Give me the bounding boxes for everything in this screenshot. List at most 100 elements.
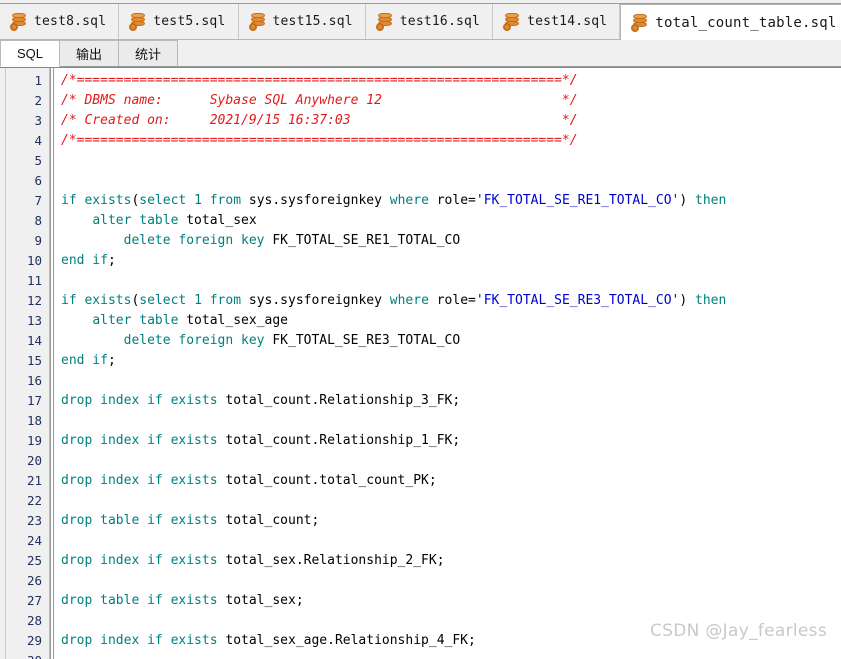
- code-token-kw: from: [209, 293, 242, 308]
- line-number: 21: [26, 473, 42, 488]
- database-icon: [503, 12, 520, 31]
- code-token-id: ): [679, 293, 696, 308]
- code-line[interactable]: drop index if exists total_sex.Relations…: [61, 551, 841, 571]
- code-token-id: sys.sysforeignkey: [241, 293, 390, 308]
- code-token-id: ): [679, 193, 696, 208]
- code-token-kw: alter table: [92, 313, 179, 328]
- code-token-id: total_sex_age.Relationship_4_FK;: [217, 633, 476, 648]
- line-number: 15: [26, 353, 42, 368]
- code-line[interactable]: drop index if exists total_count.total_c…: [61, 471, 841, 491]
- code-token-kw: from: [209, 193, 242, 208]
- file-tab-test14-sql[interactable]: test14.sql: [493, 4, 621, 39]
- line-number: 22: [26, 493, 42, 508]
- database-icon: [129, 12, 146, 31]
- code-token-id: ;: [107, 253, 116, 268]
- file-tab-test15-sql[interactable]: test15.sql: [238, 4, 366, 39]
- code-line[interactable]: [61, 271, 841, 291]
- code-token-id: [61, 233, 124, 248]
- code-token-id: total_count.Relationship_3_FK;: [217, 393, 461, 408]
- code-line[interactable]: [61, 571, 841, 591]
- code-line[interactable]: drop index if exists total_count.Relatio…: [61, 391, 841, 411]
- line-number: 18: [26, 413, 42, 428]
- code-line[interactable]: [61, 151, 841, 171]
- code-line[interactable]: alter table total_sex: [61, 211, 841, 231]
- line-number: 4: [34, 133, 42, 148]
- file-tab-label: test8.sql: [34, 14, 107, 29]
- code-line[interactable]: [61, 531, 841, 551]
- code-line[interactable]: delete foreign key FK_TOTAL_SE_RE1_TOTAL…: [61, 231, 841, 251]
- code-token-kw: drop index if exists: [61, 633, 218, 648]
- code-line[interactable]: if exists(select 1 from sys.sysforeignke…: [61, 291, 841, 311]
- file-tab-test5-sql[interactable]: test5.sql: [119, 4, 239, 39]
- code-line[interactable]: if exists(select 1 from sys.sysforeignke…: [61, 191, 841, 211]
- code-line[interactable]: drop index if exists total_count.Relatio…: [61, 431, 841, 451]
- code-token-id: [202, 193, 210, 208]
- line-number: 10: [26, 253, 42, 268]
- code-line[interactable]: [61, 491, 841, 511]
- code-token-id: [61, 313, 92, 328]
- file-tab-total_count_table-sql[interactable]: total_count_table.sql✕: [620, 4, 841, 40]
- code-line[interactable]: [61, 451, 841, 471]
- code-token-kw: if exists: [61, 293, 132, 308]
- line-number: 30: [0, 651, 49, 659]
- code-token-kw: drop index if exists: [61, 473, 218, 488]
- line-number: 14: [26, 333, 42, 348]
- code-line[interactable]: [61, 411, 841, 431]
- code-token-kw: alter table: [92, 213, 179, 228]
- file-tab-test8-sql[interactable]: test8.sql: [0, 4, 120, 39]
- code-token-cmt: /*======================================…: [61, 73, 578, 88]
- code-line[interactable]: alter table total_sex_age: [61, 311, 841, 331]
- line-number: 3: [34, 113, 42, 128]
- code-line[interactable]: drop table if exists total_count;: [61, 511, 841, 531]
- code-line[interactable]: /*======================================…: [61, 131, 841, 151]
- code-token-id: total_count.total_count_PK;: [217, 473, 437, 488]
- line-number: 20: [26, 453, 42, 468]
- code-token-id: total_count;: [217, 513, 320, 528]
- code-token-id: FK_TOTAL_SE_RE1_TOTAL_CO: [264, 233, 461, 248]
- line-number: 2: [34, 93, 42, 108]
- code-line[interactable]: delete foreign key FK_TOTAL_SE_RE3_TOTAL…: [61, 331, 841, 351]
- view-tab-sql[interactable]: SQL: [0, 40, 61, 67]
- sql-editor[interactable]: 1 2 3 4 5 6 7 8 9 10 11 12 13 14 15 16 17 18 19 20 21 22 23 24 2…: [0, 67, 841, 659]
- code-line[interactable]: drop table if exists total_sex;: [61, 591, 841, 611]
- code-area[interactable]: /*======================================…: [54, 68, 841, 659]
- code-token-id: [61, 213, 92, 228]
- code-token-kw: drop index if exists: [61, 393, 218, 408]
- code-line[interactable]: /* DBMS name: Sybase SQL Anywhere 12 */: [61, 91, 841, 111]
- file-tab-test16-sql[interactable]: test16.sql: [365, 4, 494, 39]
- code-line[interactable]: [61, 611, 841, 631]
- line-number: 16: [26, 373, 42, 388]
- code-token-id: role=: [428, 193, 476, 208]
- code-line[interactable]: drop index if exists total_sex_age.Relat…: [61, 631, 841, 651]
- code-token-kw: then: [695, 193, 727, 208]
- view-tab-output[interactable]: 输出: [59, 40, 120, 66]
- code-token-cmt: /* Created on: 2021/9/15 16:37:03 */: [61, 113, 578, 128]
- code-line[interactable]: [61, 171, 841, 191]
- file-tab-label: total_count_table.sql: [655, 14, 837, 31]
- code-token-cmt: /*======================================…: [61, 133, 578, 148]
- code-token-str: 'FK_TOTAL_SE_RE1_TOTAL_CO': [475, 193, 680, 208]
- code-token-num: 1: [194, 193, 202, 208]
- code-token-id: total_sex.Relationship_2_FK;: [217, 553, 445, 568]
- code-token-kw: delete foreign key: [123, 233, 265, 248]
- view-tab-statistics[interactable]: 统计: [118, 40, 179, 66]
- code-token-kw: where: [389, 293, 429, 308]
- sql-editor-window: test8.sql test5.sql test15.sql test16.sql te…: [0, 0, 841, 659]
- line-number: 6: [34, 173, 42, 188]
- line-number: 26: [26, 573, 42, 588]
- code-line[interactable]: /* Created on: 2021/9/15 16:37:03 */: [61, 111, 841, 131]
- code-line[interactable]: /*======================================…: [61, 71, 841, 91]
- line-number: 24: [26, 533, 42, 548]
- code-token-id: [61, 333, 124, 348]
- line-number: 1: [34, 73, 42, 88]
- file-tab-label: test5.sql: [153, 14, 226, 29]
- code-line[interactable]: [61, 371, 841, 391]
- code-line[interactable]: end if;: [61, 251, 841, 271]
- code-line[interactable]: end if;: [61, 351, 841, 371]
- code-line[interactable]: [61, 651, 841, 659]
- code-token-num: 1: [194, 293, 202, 308]
- code-token-id: total_sex_age: [178, 313, 288, 328]
- line-number: 13: [26, 313, 42, 328]
- code-token-id: [186, 293, 194, 308]
- code-token-kw: select: [139, 293, 187, 308]
